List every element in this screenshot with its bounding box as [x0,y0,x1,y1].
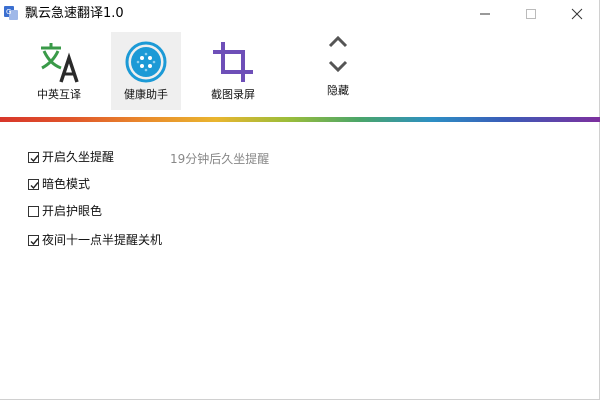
minimize-button[interactable] [462,0,508,28]
health-settings-panel: 开启久坐提醒 19分钟后久坐提醒 暗色模式 开启护眼色 夜间十一点半提醒关机 [0,122,600,400]
option-dark-mode[interactable]: 暗色模式 [28,176,90,192]
sedentary-reminder-checkbox[interactable] [28,151,39,163]
translate-label: 中英互译 [37,88,81,101]
night-shutdown-label: 夜间十一点半提醒关机 [42,233,163,247]
dark-mode-checkbox[interactable] [28,178,39,190]
close-icon [571,8,583,20]
sedentary-countdown-text: 19分钟后久坐提醒 [170,152,270,166]
chevron-up-down-icon [328,35,348,73]
eye-protection-label: 开启护眼色 [42,204,103,218]
close-button[interactable] [554,0,600,28]
checkmark-icon [30,237,39,245]
window-title: 飘云急速翻译1.0 [25,6,124,21]
health-dots-icon [125,41,167,83]
title-bar[interactable]: G 飘云急速翻译1.0 [0,0,600,28]
option-sedentary-reminder[interactable]: 开启久坐提醒 [28,149,114,165]
checkmark-icon [30,181,39,189]
app-window: G 飘云急速翻译1.0 中英互译 健康助手 截图录屏 隐藏 开启久坐提醒 19分… [0,0,600,400]
eye-protection-checkbox[interactable] [28,205,39,217]
translate-icon [41,43,79,83]
hide-button[interactable]: 隐藏 [310,28,366,112]
translate-button[interactable]: 中英互译 [24,32,94,110]
sedentary-reminder-label: 开启久坐提醒 [42,150,115,164]
health-assistant-button[interactable]: 健康助手 [111,32,181,110]
maximize-icon [526,9,536,19]
translate-app-icon: G [3,5,19,21]
crop-icon [213,42,253,82]
screenshot-record-button[interactable]: 截图录屏 [198,32,268,110]
checkmark-icon [30,154,39,162]
svg-text:G: G [6,8,11,16]
dark-mode-label: 暗色模式 [42,177,91,191]
option-night-shutdown-reminder[interactable]: 夜间十一点半提醒关机 [28,232,162,248]
maximize-button[interactable] [508,0,554,28]
toolbar: 中英互译 健康助手 截图录屏 隐藏 [0,28,600,112]
night-shutdown-checkbox[interactable] [28,234,39,246]
hide-label: 隐藏 [327,84,349,97]
option-eye-protection[interactable]: 开启护眼色 [28,203,102,219]
health-assistant-label: 健康助手 [124,88,168,101]
minimize-icon [480,13,490,15]
screenshot-record-label: 截图录屏 [211,88,255,101]
